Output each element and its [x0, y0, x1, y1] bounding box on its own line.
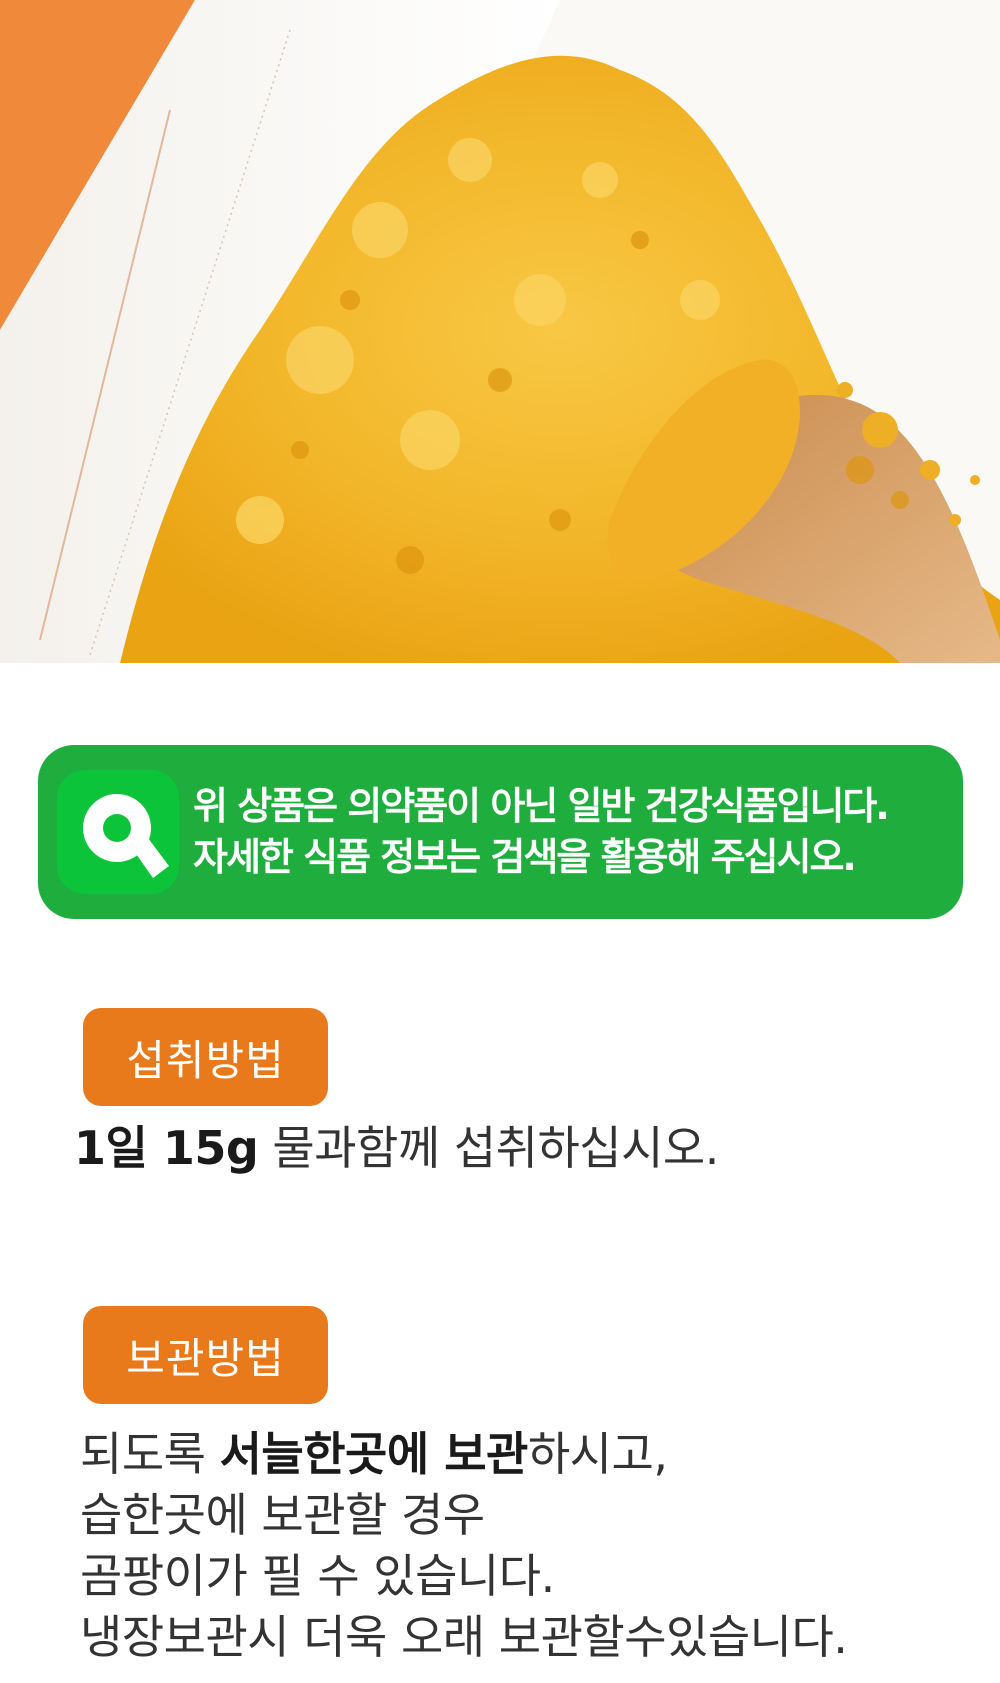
intake-method-tag: 섭취방법: [83, 1008, 328, 1106]
intake-instruction: 1일 15g 물과함께 섭취하십시오.: [74, 1118, 974, 1178]
storage-line-4: 냉장보관시 더욱 오래 보관할수있습니다.: [80, 1610, 848, 1664]
powder-image: [0, 0, 1000, 663]
notice-line-2: 자세한 식품 정보는 검색을 활용해 주십시오.: [193, 835, 857, 879]
storage-line-2: 습한곳에 보관할 경우: [80, 1488, 485, 1542]
search-icon: [57, 770, 179, 894]
product-photo: [0, 0, 1000, 663]
storage-line-1: 되도록 서늘한곳에 보관하시고,: [80, 1424, 990, 1485]
storage-method-tag: 보관방법: [83, 1306, 328, 1404]
storage-instructions: 되도록 서늘한곳에 보관하시고, 습한곳에 보관할 경우 곰팡이가 필 수 있습…: [80, 1424, 990, 1668]
notice-text: 위 상품은 의약품이 아닌 일반 건강식품입니다. 자세한 식품 정보는 검색을…: [193, 781, 953, 883]
storage-line-1-post: 하시고,: [527, 1427, 668, 1481]
notice-banner: 위 상품은 의약품이 아닌 일반 건강식품입니다. 자세한 식품 정보는 검색을…: [38, 745, 963, 919]
storage-line-3: 곰팡이가 필 수 있습니다.: [80, 1549, 555, 1603]
storage-line-1-pre: 되도록: [80, 1427, 220, 1481]
storage-line-1-bold: 서늘한곳에 보관: [219, 1427, 529, 1481]
intake-rest: 물과함께 섭취하십시오.: [258, 1121, 719, 1175]
intake-amount: 1일 15g: [74, 1121, 259, 1175]
notice-line-1: 위 상품은 의약품이 아닌 일반 건강식품입니다.: [193, 784, 890, 828]
